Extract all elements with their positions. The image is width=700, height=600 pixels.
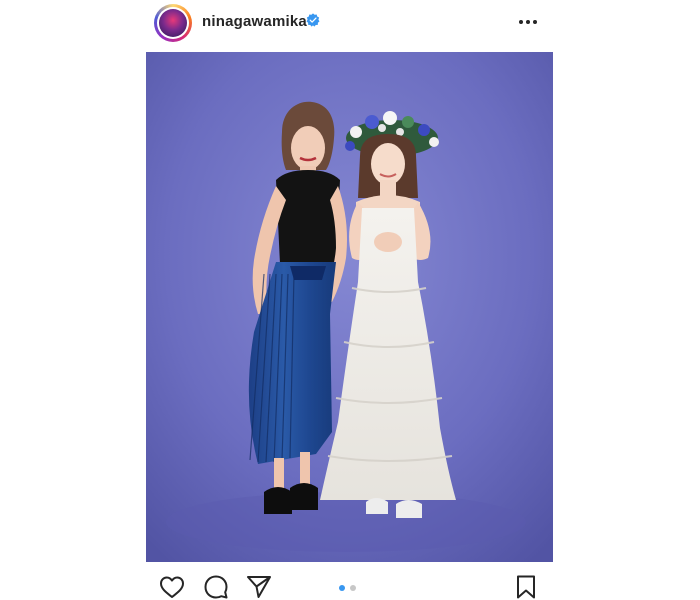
post-header: ninagawamika (0, 0, 700, 48)
post-actions (0, 562, 700, 600)
photo-illustration (146, 52, 553, 562)
bookmark-icon[interactable] (512, 573, 540, 600)
instagram-post: ninagawamika (0, 0, 700, 600)
send-icon[interactable] (245, 573, 273, 600)
carousel-indicator (339, 585, 363, 593)
carousel-dot-active[interactable] (339, 585, 345, 591)
carousel-dot[interactable] (350, 585, 356, 591)
verified-badge-icon (306, 13, 320, 27)
comment-icon[interactable] (202, 573, 230, 600)
avatar-image (159, 9, 187, 37)
heart-icon[interactable] (158, 573, 186, 600)
username[interactable]: ninagawamika (202, 13, 307, 30)
post-photo[interactable] (146, 52, 553, 562)
avatar[interactable] (157, 7, 189, 39)
story-ring[interactable] (154, 4, 192, 42)
more-options-icon[interactable] (515, 10, 541, 34)
